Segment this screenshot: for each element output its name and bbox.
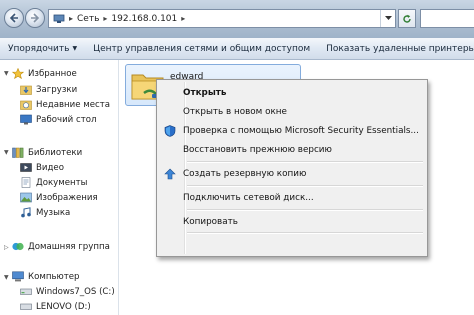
- nav-libraries[interactable]: Библиотеки: [12, 145, 82, 160]
- drive-icon: [20, 288, 32, 295]
- breadcrumb-separator: ▸: [103, 14, 108, 23]
- address-bar[interactable]: ▸ Сеть ▸ 192.168.0.101 ▸: [48, 9, 396, 28]
- nav-computer-label: Компьютер: [28, 271, 80, 282]
- menu-item-backup[interactable]: Создать резервную копию: [159, 164, 425, 183]
- nav-item-label: Недавние места: [36, 99, 111, 110]
- desktop-icon: [20, 114, 32, 125]
- back-button[interactable]: [4, 8, 24, 28]
- breadcrumb-network[interactable]: Сеть: [77, 14, 99, 24]
- music-icon: [21, 207, 31, 218]
- menu-item-map-network-drive[interactable]: Подключить сетевой диск...: [159, 188, 425, 207]
- menu-item-copy[interactable]: Копировать: [159, 212, 425, 231]
- menu-item-label: Создать резервную копию: [183, 168, 307, 179]
- organize-label: Упорядочить: [8, 43, 70, 54]
- nav-item-label: Изображения: [36, 192, 98, 203]
- organize-button[interactable]: Упорядочить ▼: [0, 44, 85, 54]
- nav-item-recent-places[interactable]: Недавние места: [20, 97, 110, 112]
- star-icon: [12, 68, 24, 79]
- expand-arrow-icon[interactable]: ▼: [4, 149, 10, 156]
- nav-homegroup[interactable]: Домашняя группа: [12, 239, 110, 254]
- expand-arrow-icon[interactable]: ▷: [4, 244, 10, 251]
- nav-item-label: Документы: [36, 177, 88, 188]
- nav-computer[interactable]: Компьютер: [12, 269, 80, 284]
- nav-item-music[interactable]: Музыка: [20, 205, 70, 220]
- recent-places-icon: [20, 100, 32, 110]
- menu-separator: [187, 232, 423, 234]
- drive-icon: [20, 303, 32, 310]
- nav-item-desktop[interactable]: Рабочий стол: [20, 112, 96, 127]
- address-toolbar: ▸ Сеть ▸ 192.168.0.101 ▸: [0, 0, 474, 39]
- navigation-pane: ▼ Избранное Загрузки Недавние места Рабо…: [0, 60, 119, 315]
- nav-homegroup-label: Домашняя группа: [28, 241, 110, 252]
- nav-item-drive-c[interactable]: Windows7_OS (C:): [20, 284, 115, 299]
- menu-item-open-new-window[interactable]: Открыть в новом окне: [159, 102, 425, 121]
- breadcrumb-host[interactable]: 192.168.0.101: [111, 14, 177, 24]
- nav-libraries-label: Библиотеки: [28, 147, 83, 158]
- nav-favorites-label: Избранное: [28, 68, 77, 79]
- forward-arrow-icon: [31, 13, 40, 23]
- nav-favorites[interactable]: Избранное: [12, 66, 77, 81]
- menu-separator: [187, 161, 423, 163]
- context-menu: Открыть Открыть в новом окне Проверка с …: [156, 79, 428, 257]
- address-dropdown-button[interactable]: [380, 10, 395, 27]
- chevron-down-icon: ▼: [72, 44, 78, 52]
- nav-item-downloads[interactable]: Загрузки: [20, 82, 77, 97]
- security-essentials-icon: [164, 125, 176, 137]
- network-center-button[interactable]: Центр управления сетями и общим доступом: [85, 44, 318, 54]
- nav-item-videos[interactable]: Видео: [20, 160, 64, 175]
- expand-arrow-icon[interactable]: ▼: [4, 70, 10, 77]
- refresh-button[interactable]: [398, 9, 416, 28]
- menu-separator: [187, 185, 423, 187]
- forward-button[interactable]: [25, 8, 45, 28]
- nav-item-label: Рабочий стол: [36, 114, 97, 125]
- search-input[interactable]: [420, 9, 474, 28]
- nav-item-label: Музыка: [36, 207, 71, 218]
- back-arrow-icon: [9, 13, 18, 23]
- nav-item-pictures[interactable]: Изображения: [20, 190, 98, 205]
- nav-item-label: LENOVO (D:): [36, 301, 91, 312]
- show-printers-button[interactable]: Показать удаленные принтеры: [318, 44, 474, 54]
- nav-item-label: Windows7_OS (C:): [36, 286, 115, 297]
- computer-icon: [12, 271, 24, 282]
- menu-item-restore-previous[interactable]: Восстановить прежнюю версию: [159, 140, 425, 159]
- nav-item-drive-d[interactable]: LENOVO (D:): [20, 299, 91, 314]
- nav-item-documents[interactable]: Документы: [20, 175, 87, 190]
- chevron-down-icon: [384, 16, 392, 20]
- libraries-icon: [12, 147, 24, 158]
- breadcrumb-separator: ▸: [181, 14, 186, 23]
- pictures-icon: [20, 192, 32, 203]
- nav-item-label: Видео: [36, 162, 64, 173]
- menu-item-label: Проверка с помощью Microsoft Security Es…: [183, 125, 419, 136]
- menu-item-scan-security-essentials[interactable]: Проверка с помощью Microsoft Security Es…: [159, 121, 425, 140]
- network-icon: [53, 14, 65, 23]
- downloads-folder-icon: [20, 85, 32, 95]
- documents-icon: [21, 177, 31, 188]
- breadcrumb-separator: ▸: [69, 14, 74, 23]
- backup-icon: [164, 168, 176, 180]
- nav-item-label: Загрузки: [36, 84, 78, 95]
- video-icon: [20, 163, 32, 172]
- homegroup-icon: [12, 242, 24, 251]
- command-bar: Упорядочить ▼ Центр управления сетями и о…: [0, 38, 474, 60]
- expand-arrow-icon[interactable]: ▼: [4, 274, 10, 281]
- menu-separator: [187, 209, 423, 211]
- refresh-icon: [403, 14, 411, 23]
- menu-item-open[interactable]: Открыть: [159, 83, 425, 102]
